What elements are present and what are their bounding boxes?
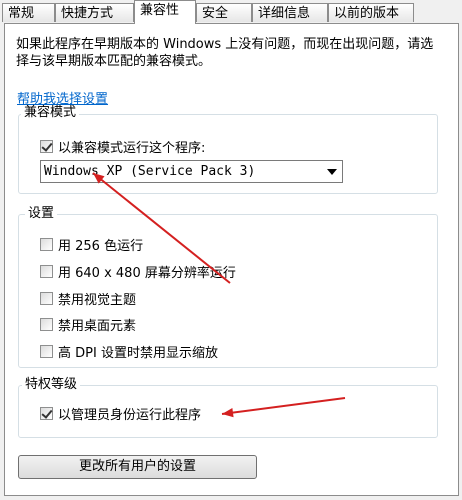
run-as-admin-checkbox[interactable]: [40, 406, 53, 420]
option-disable-visual-themes[interactable]: 禁用视觉主题: [40, 289, 137, 308]
option-256-colors[interactable]: 用 256 色运行: [40, 235, 144, 254]
option-label: 高 DPI 设置时禁用显示缩放: [58, 345, 218, 361]
option-checkbox[interactable]: [40, 291, 53, 305]
chevron-down-icon: [327, 169, 337, 175]
option-disable-dpi-scaling[interactable]: 高 DPI 设置时禁用显示缩放: [40, 342, 218, 361]
compat-mode-checkbox[interactable]: [40, 139, 53, 153]
compat-mode-title: 兼容模式: [21, 105, 80, 121]
intro-text: 如果此程序在早期版本的 Windows 上没有问题，而现在出现问题，请选择与该早…: [16, 37, 434, 69]
os-version-selected: Windows XP (Service Pack 3): [44, 164, 256, 179]
option-checkbox[interactable]: [40, 237, 53, 251]
privilege-title: 特权等级: [22, 377, 81, 393]
option-label: 禁用视觉主题: [58, 292, 137, 308]
option-label: 用 640 x 480 屏幕分辨率运行: [58, 265, 236, 281]
option-checkbox[interactable]: [40, 264, 53, 278]
os-version-select[interactable]: Windows XP (Service Pack 3): [40, 160, 343, 183]
option-disable-desktop-composition[interactable]: 禁用桌面元素: [40, 315, 137, 334]
option-checkbox[interactable]: [40, 344, 53, 358]
compat-mode-checkbox-row[interactable]: 以兼容模式运行这个程序:: [40, 137, 206, 156]
settings-title: 设置: [25, 206, 58, 222]
change-settings-all-users-button[interactable]: 更改所有用户的设置: [18, 455, 257, 479]
compat-mode-checkbox-label: 以兼容模式运行这个程序:: [58, 140, 206, 156]
run-as-admin-row[interactable]: 以管理员身份运行此程序: [40, 404, 202, 423]
option-label: 用 256 色运行: [58, 238, 144, 254]
run-as-admin-label: 以管理员身份运行此程序: [58, 407, 202, 423]
option-checkbox[interactable]: [40, 317, 53, 331]
option-label: 禁用桌面元素: [58, 318, 137, 334]
option-640x480[interactable]: 用 640 x 480 屏幕分辨率运行: [40, 262, 236, 281]
